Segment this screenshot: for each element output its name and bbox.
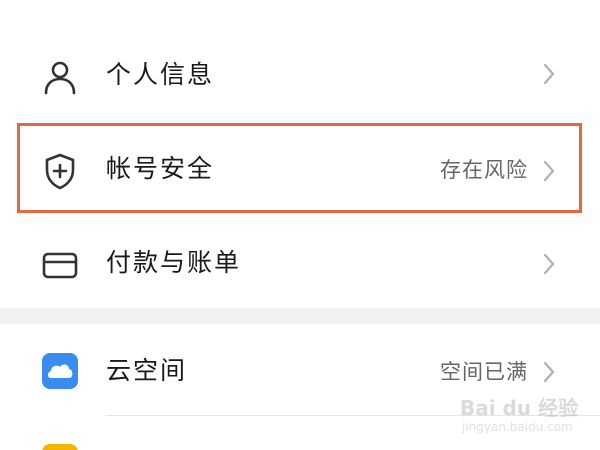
section-divider (0, 308, 600, 324)
chevron-right-icon (541, 252, 557, 276)
chevron-right-icon (541, 159, 557, 183)
cloud-icon (40, 351, 80, 391)
watermark-url: jingyan.baidu.com (462, 420, 573, 434)
settings-item-label: 帐号安全 (106, 154, 215, 183)
app-icon[interactable] (42, 444, 78, 450)
card-icon (40, 245, 80, 285)
shield-plus-icon (40, 151, 80, 191)
settings-item-account-security[interactable]: 帐号安全 存在风险 (0, 122, 600, 216)
settings-item-value: 空间已满 (440, 360, 528, 384)
chevron-right-icon (541, 360, 557, 384)
chevron-right-icon (541, 62, 557, 86)
settings-item-personal-info[interactable]: 个人信息 (0, 28, 600, 122)
settings-screen: 个人信息 帐号安全 存在风险 付款与账单 云空间 空间已满 Bai du 经验 … (0, 0, 600, 450)
settings-item-label: 个人信息 (106, 60, 215, 89)
settings-item-payment-bills[interactable]: 付款与账单 (0, 216, 600, 310)
settings-item-label: 云空间 (106, 356, 188, 385)
person-icon (40, 57, 80, 97)
list-divider (106, 415, 600, 416)
settings-item-label: 付款与账单 (106, 248, 242, 277)
settings-item-value: 存在风险 (440, 158, 528, 182)
settings-item-cloud-space[interactable]: 云空间 空间已满 (0, 324, 600, 418)
